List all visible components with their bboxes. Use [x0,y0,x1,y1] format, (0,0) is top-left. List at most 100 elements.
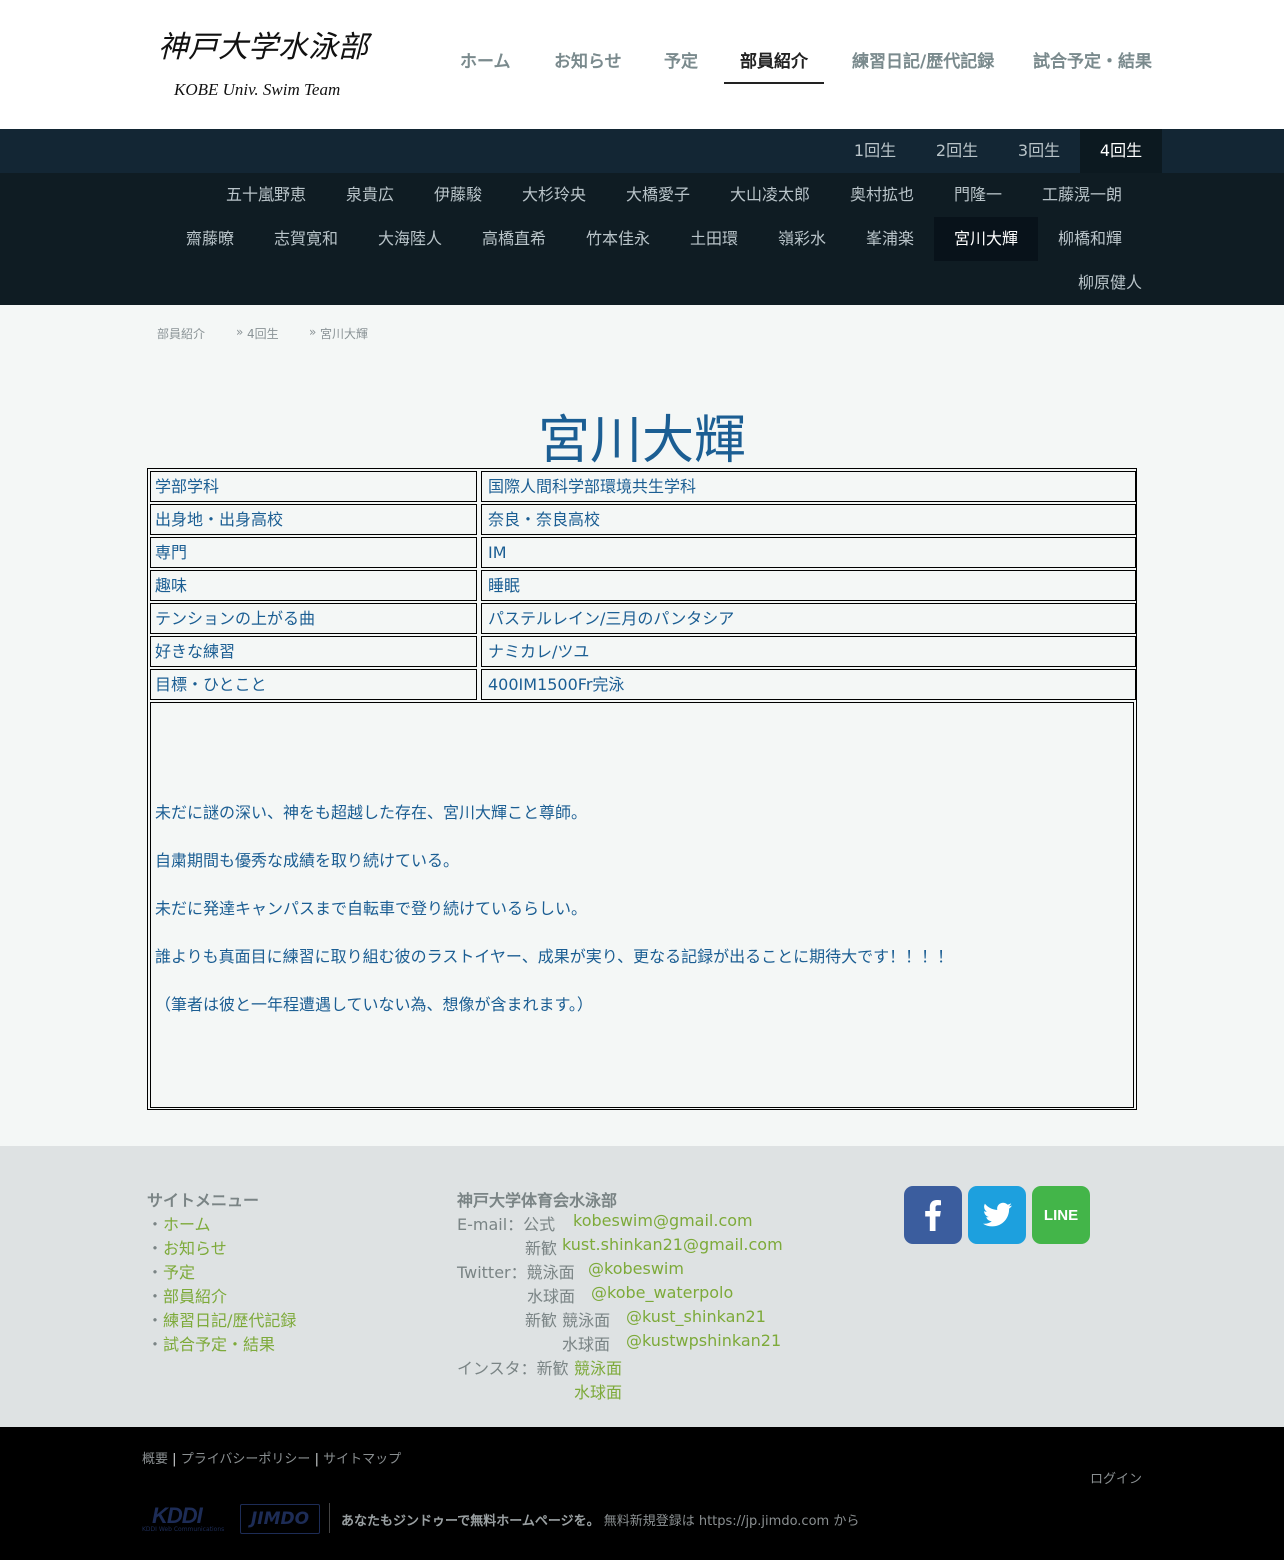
table-value: 国際人間科学部環境共生学科 [481,471,1136,502]
grade-tab-1[interactable]: 1回生 [834,129,916,173]
footer-bullet: ・ [147,1239,164,1258]
grade-tab-3[interactable]: 3回生 [998,129,1080,173]
message-line: 誰よりも真面目に練習に取り組む彼のラストイヤー、成果が実り、更なる記録が出ること… [155,947,954,966]
member-link[interactable]: 大山凌太郎 [710,173,830,217]
breadcrumb-separator: » [236,325,244,339]
member-link[interactable]: 大橋愛子 [606,173,710,217]
member-link[interactable]: 土田環 [670,217,758,261]
member-link[interactable]: 齋藤暸 [166,217,254,261]
grade-nav: 1回生 2回生 3回生 4回生 [0,129,1284,173]
kddi-logo[interactable]: KDDI KDDI Web Communications [142,1503,228,1535]
table-label: 出身地・出身高校 [150,504,477,535]
promo-rest: 無料新規登録は https://jp.jimdo.com から [599,1514,860,1529]
member-link[interactable]: 五十嵐野恵 [206,173,326,217]
twitter-new-swim-link[interactable]: @kust_shinkan21 [626,1307,766,1326]
insta-label: インスタ：新歓 [457,1359,569,1378]
footer-link-home[interactable]: ホーム [163,1215,211,1234]
footer-menu-item: ・練習日記/歴代記録 [147,1307,296,1331]
member-link[interactable]: 大杉玲央 [502,173,606,217]
legal-privacy-link[interactable]: プライバシーポリシー [181,1452,311,1467]
twitter-label: Twitter：競泳面 [457,1263,575,1282]
legal-separator: | [314,1452,319,1467]
member-link[interactable]: 柳橋和輝 [1038,217,1142,261]
legal-sitemap-link[interactable]: サイトマップ [323,1452,401,1467]
table-label: 目標・ひとこと [150,669,477,700]
table-value: 400IM1500Fr完泳 [481,669,1136,700]
footer-menu-item: ・試合予定・結果 [147,1331,275,1355]
email-new-link[interactable]: kust.shinkan21@gmail.com [562,1235,783,1254]
email-new-label: 新歓 [525,1239,558,1258]
grade-tab-2[interactable]: 2回生 [916,129,998,173]
profile-table: 学部学科 国際人間科学部環境共生学科 出身地・出身高校 奈良・奈良高校 専門 I… [147,468,1137,1110]
twitter-swim-link[interactable]: @kobeswim [588,1259,684,1278]
jimdo-promo[interactable]: あなたもジンドゥーで無料ホームページを。 無料新規登録は https://jp.… [341,1510,859,1529]
footer-bullet: ・ [147,1287,164,1306]
page-title: 宮川大輝 [537,411,746,471]
site-footer: サイトメニュー ・ホーム ・お知らせ ・予定 ・部員紹介 ・練習日記/歴代記録 … [0,1146,1284,1427]
footer-link-members[interactable]: 部員紹介 [163,1287,227,1306]
nav-home[interactable]: ホーム [460,42,511,84]
member-link[interactable]: 門隆一 [934,173,1022,217]
email-official-link[interactable]: kobeswim@gmail.com [573,1211,753,1230]
member-link[interactable]: 伊藤駿 [414,173,502,217]
grade-tab-4[interactable]: 4回生 [1080,129,1162,173]
footer-bullet: ・ [147,1215,164,1234]
twitter-wp-link[interactable]: @kobe_waterpolo [591,1283,733,1302]
message-line: 未だに謎の深い、神をも超越した存在、宮川大輝こと尊師。 [155,803,588,822]
site-header: 神戸大学水泳部 KOBE Univ. Swim Team ホーム お知らせ 予定… [0,0,1284,129]
member-link[interactable]: 竹本佳永 [566,217,670,261]
table-label: 趣味 [150,570,477,601]
member-link[interactable]: 峯浦楽 [846,217,934,261]
nav-news[interactable]: お知らせ [554,42,622,84]
twitter-wp-label: 水球面 [527,1287,576,1306]
message-line: 自粛期間も優秀な成績を取り続けている。 [155,851,460,870]
footer-link-diary[interactable]: 練習日記/歴代記録 [163,1311,296,1330]
table-label: テンションの上がる曲 [150,603,477,634]
member-link[interactable]: 奥村拡也 [830,173,934,217]
member-link[interactable]: 大海陸人 [358,217,462,261]
member-link[interactable]: 工藤滉一朗 [1022,173,1142,217]
twitter-button[interactable] [968,1186,1026,1244]
footer-bullet: ・ [147,1263,164,1282]
table-label: 学部学科 [150,471,477,502]
legal-links: 概要 | プライバシーポリシー | サイトマップ [142,1448,401,1467]
twitter-new-wp-link[interactable]: @kustwpshinkan21 [626,1331,781,1350]
footer-menu-item: ・お知らせ [147,1235,227,1259]
breadcrumb-item[interactable]: 4回生 [247,325,279,342]
main-nav: ホーム お知らせ 予定 部員紹介 練習日記/歴代記録 試合予定・結果 [0,42,1284,86]
nav-schedule[interactable]: 予定 [664,42,698,84]
member-link[interactable]: 柳原健人 [1058,261,1162,305]
line-icon: LINE [1044,1207,1078,1224]
jimdo-logo[interactable]: JIMDO [240,1504,320,1534]
footer-link-schedule[interactable]: 予定 [163,1263,195,1282]
nav-diary[interactable]: 練習日記/歴代記録 [852,42,994,84]
message-line: 未だに発達キャンパスまで自転車で登り続けているらしい。 [155,899,588,918]
line-button[interactable]: LINE [1032,1186,1090,1244]
legal-about-link[interactable]: 概要 [142,1452,168,1467]
login-link[interactable]: ログイン [1090,1468,1142,1487]
insta-swim-link[interactable]: 競泳面 [574,1355,622,1379]
kddi-logo-sub: KDDI Web Communications [142,1526,225,1533]
nav-results[interactable]: 試合予定・結果 [1033,42,1152,84]
twitter-new-wp-label: 水球面 [562,1335,611,1354]
member-link[interactable]: 泉貴広 [326,173,414,217]
bottom-bar: 概要 | プライバシーポリシー | サイトマップ ログイン KDDI KDDI … [0,1427,1284,1560]
twitter-new-label: 新歓 競泳面 [525,1311,611,1330]
footer-link-news[interactable]: お知らせ [163,1239,227,1258]
table-value: パステルレイン/三月のパンタシア [481,603,1136,634]
facebook-button[interactable] [904,1186,962,1244]
member-link[interactable]: 志賀寛和 [254,217,358,261]
footer-menu-item: ・予定 [147,1259,195,1283]
insta-wp-link[interactable]: 水球面 [574,1379,622,1403]
nav-members[interactable]: 部員紹介 [724,42,824,84]
member-link-active[interactable]: 宮川大輝 [934,217,1038,261]
breadcrumb-item[interactable]: 部員紹介 [157,325,205,342]
member-link[interactable]: 嶺彩水 [758,217,846,261]
member-nav: 五十嵐野恵 泉貴広 伊藤駿 大杉玲央 大橋愛子 大山凌太郎 奥村拡也 門隆一 工… [0,173,1284,305]
footer-menu-item: ・ホーム [147,1211,211,1235]
message-cell: 未だに謎の深い、神をも超越した存在、宮川大輝こと尊師。 自粛期間も優秀な成績を取… [150,702,1134,1108]
breadcrumb-item[interactable]: 宮川大輝 [320,325,368,342]
member-link[interactable]: 高橋直希 [462,217,566,261]
svg-text:LINE: LINE [1044,1207,1078,1224]
footer-link-results[interactable]: 試合予定・結果 [163,1335,275,1354]
